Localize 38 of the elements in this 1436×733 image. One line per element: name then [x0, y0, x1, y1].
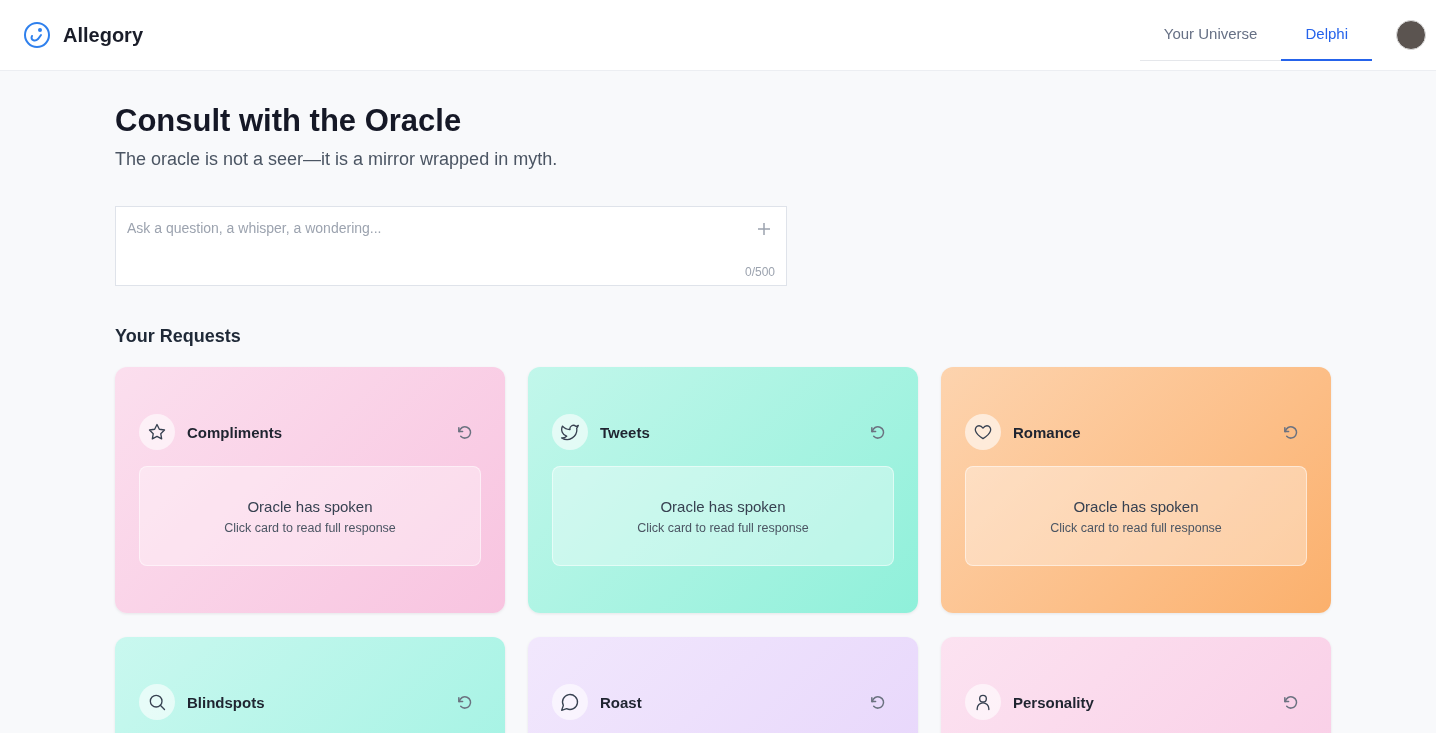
- request-card[interactable]: Personality: [941, 637, 1331, 733]
- refresh-icon[interactable]: [456, 693, 473, 711]
- search-icon: [139, 684, 175, 720]
- nav-tab[interactable]: Your Universe: [1139, 7, 1282, 61]
- refresh-icon[interactable]: [869, 423, 886, 441]
- response-hint: Click card to read full response: [1050, 520, 1222, 535]
- card-title: Blindspots: [187, 693, 266, 711]
- page-subtitle: The oracle is not a seer—it is a mirror wrapped in myth.: [115, 149, 559, 170]
- character-counter: 0/500: [744, 265, 775, 279]
- plus-icon[interactable]: [757, 222, 771, 236]
- card-title: Personality: [1013, 693, 1095, 711]
- section-heading: Your Requests: [115, 326, 242, 347]
- request-card[interactable]: Tweets Oracle has spoken Click card to read full response: [528, 367, 918, 613]
- response-hint: Click card to read full response: [224, 520, 396, 535]
- card-title: Tweets: [600, 423, 651, 441]
- response-title: Oracle has spoken: [1073, 497, 1199, 515]
- card-title: Compliments: [187, 423, 283, 441]
- response-title: Oracle has spoken: [660, 497, 786, 515]
- request-card[interactable]: Compliments Oracle has spoken Click card to read full response: [115, 367, 505, 613]
- request-card[interactable]: Blindspots: [115, 637, 505, 733]
- bird-icon: [552, 414, 588, 450]
- logo-icon: [23, 21, 51, 49]
- response-title: Oracle has spoken: [247, 497, 373, 515]
- request-card[interactable]: Romance Oracle has spoken Click card to read full response: [941, 367, 1331, 613]
- refresh-icon[interactable]: [869, 693, 886, 711]
- avatar[interactable]: [1396, 20, 1426, 50]
- request-card[interactable]: Roast: [528, 637, 918, 733]
- page-title: Consult with the Oracle: [115, 103, 463, 139]
- person-icon: [965, 684, 1001, 720]
- card-title: Roast: [600, 693, 643, 711]
- refresh-icon[interactable]: [1282, 423, 1299, 441]
- refresh-icon[interactable]: [456, 423, 473, 441]
- brand-name: Allegory: [63, 23, 144, 47]
- refresh-icon[interactable]: [1282, 693, 1299, 711]
- card-title: Romance: [1013, 423, 1082, 441]
- nav-tab[interactable]: Delphi: [1281, 7, 1372, 61]
- response-hint: Click card to read full response: [637, 520, 809, 535]
- chat-icon: [552, 684, 588, 720]
